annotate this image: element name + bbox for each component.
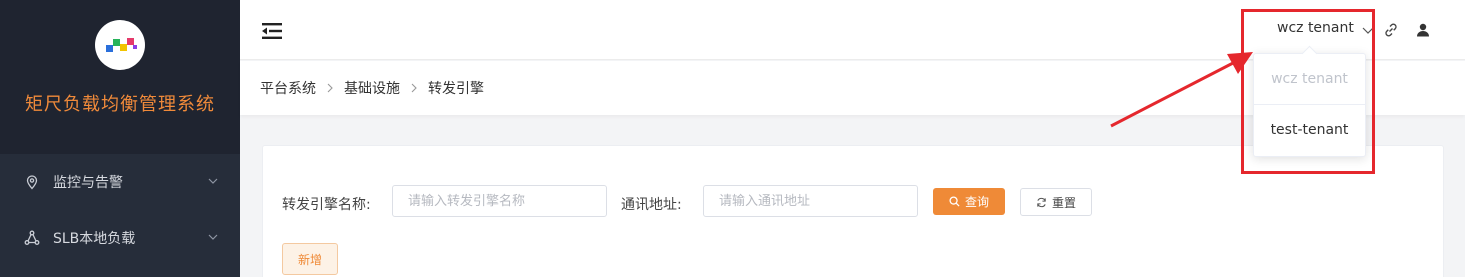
address-input[interactable] xyxy=(703,185,918,217)
brand: 矩尺负载均衡管理系统 xyxy=(0,0,240,154)
breadcrumb-item[interactable]: 基础设施 xyxy=(344,78,400,98)
sidebar-item-monitoring[interactable]: 监控与告警 xyxy=(0,154,240,210)
chevron-down-icon xyxy=(208,230,218,240)
chevron-right-icon xyxy=(326,83,334,93)
app-title: 矩尺负载均衡管理系统 xyxy=(25,94,215,115)
refresh-icon xyxy=(1037,197,1046,207)
sidebar: 矩尺负载均衡管理系统 监控与告警 SLB本地负载 xyxy=(0,0,240,277)
reset-button[interactable]: 重置 xyxy=(1020,188,1092,216)
engine-name-input[interactable] xyxy=(392,185,607,217)
address-label: 通讯地址: xyxy=(621,197,682,213)
query-button[interactable]: 查询 xyxy=(933,188,1005,215)
breadcrumb-item[interactable]: 平台系统 xyxy=(260,78,316,98)
chevron-down-icon xyxy=(208,174,218,184)
engine-name-label: 转发引擎名称: xyxy=(282,197,371,213)
app-logo xyxy=(95,20,145,70)
menu-fold-icon[interactable] xyxy=(260,20,284,42)
annotation-arrow-icon xyxy=(1110,52,1253,128)
reset-button-label: 重置 xyxy=(1051,195,1076,210)
add-button[interactable]: 新增 xyxy=(282,243,338,275)
sidebar-item-label: SLB本地负载 xyxy=(53,231,136,247)
user-icon[interactable] xyxy=(1415,22,1431,38)
sidebar-item-label: 监控与告警 xyxy=(53,175,123,191)
search-icon xyxy=(949,196,960,207)
query-button-label: 查询 xyxy=(964,195,989,209)
share-nodes-icon xyxy=(24,230,40,246)
chevron-right-icon xyxy=(410,83,418,93)
breadcrumb-item-current: 转发引擎 xyxy=(428,81,484,97)
link-icon[interactable] xyxy=(1383,22,1399,38)
location-pin-icon xyxy=(24,174,40,190)
sidebar-item-slb[interactable]: SLB本地负载 xyxy=(0,210,240,266)
